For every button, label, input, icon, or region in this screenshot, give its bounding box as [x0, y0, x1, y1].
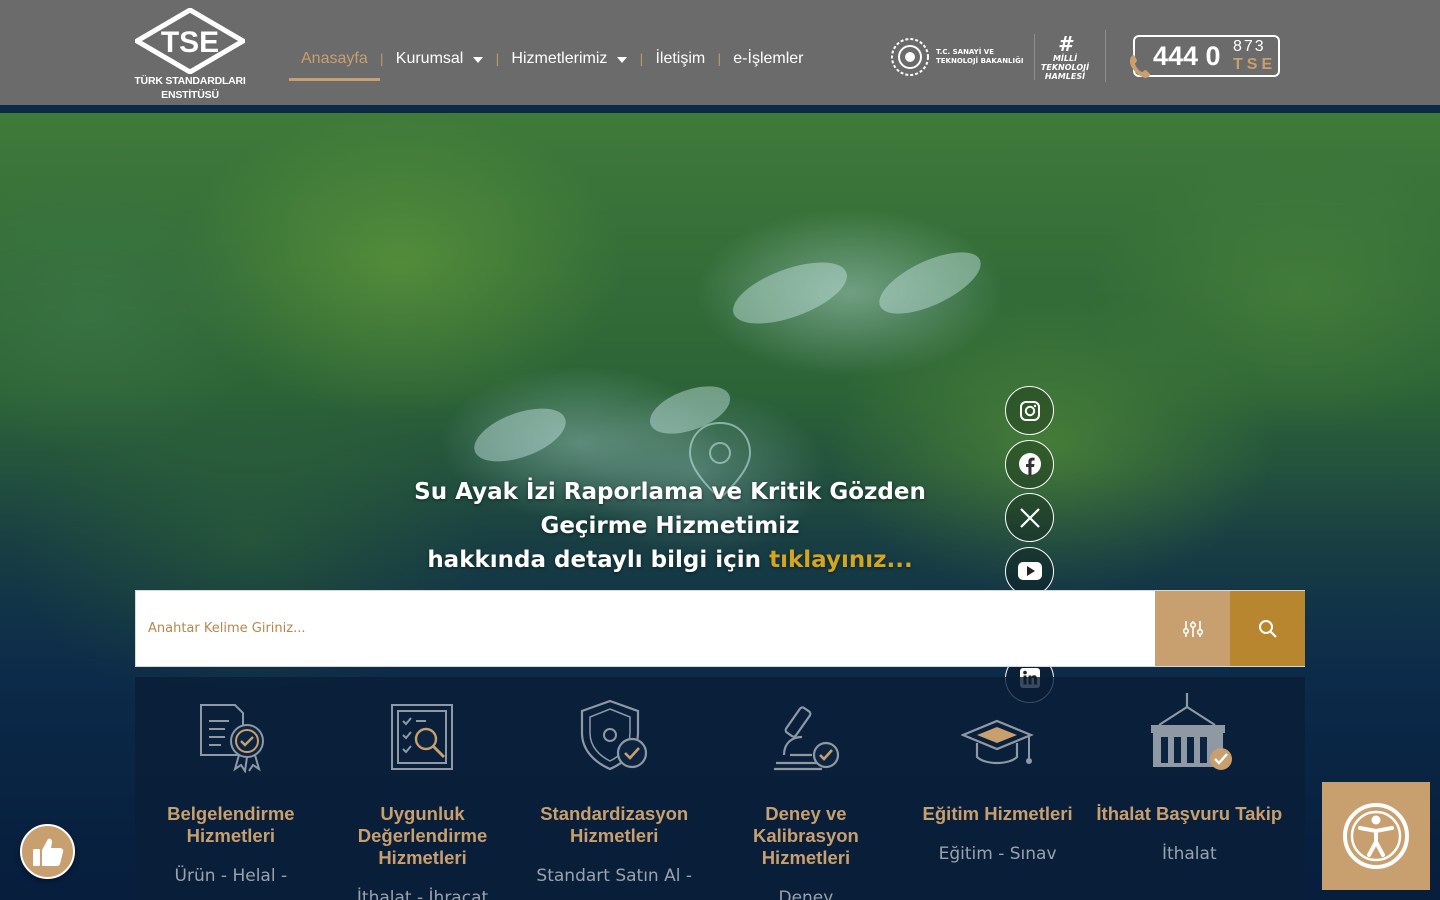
facebook-button[interactable] — [1005, 439, 1054, 489]
nav-item-e-islemler[interactable]: e-İşlemler — [721, 37, 815, 81]
nav-label: Anasayfa — [301, 50, 368, 67]
service-deney[interactable]: Deney ve Kalibrasyon Hizmetleri Deney — [710, 677, 902, 900]
nav-label: İletişim — [655, 50, 706, 67]
nav-item-hizmetlerimiz[interactable]: Hizmetlerimiz — [499, 37, 639, 81]
service-title: Uygunluk Değerlendirme Hizmetleri — [357, 803, 488, 868]
inspection-icon — [327, 677, 519, 777]
service-title: Standardizasyon Hizmetleri — [540, 803, 689, 846]
accessibility-icon — [1343, 803, 1409, 869]
hero-title-line2: hakkında detaylı bilgi için — [427, 547, 762, 573]
facebook-icon — [1018, 453, 1041, 476]
gear-emblem-icon — [891, 38, 929, 76]
youtube-icon — [1017, 562, 1042, 580]
phone-number-suffix: 873 — [1233, 38, 1266, 55]
microscope-icon — [710, 677, 902, 777]
service-title: İthalat Başvuru Takip — [1096, 803, 1283, 824]
advanced-filter-button[interactable] — [1155, 591, 1230, 666]
service-standardizasyon[interactable]: Standardizasyon Hizmetleri Standart Satı… — [518, 677, 710, 900]
service-ithalat[interactable]: İthalat Başvuru Takip İthalat — [1093, 677, 1285, 900]
service-belgelendirme[interactable]: Belgelendirme Hizmetleri Ürün - Helal - — [135, 677, 327, 900]
tse-logo-icon: TSE — [135, 8, 245, 74]
service-title: Eğitim Hizmetleri — [922, 803, 1073, 824]
milli-line2: TEKNOLOJİ — [1040, 63, 1090, 72]
chevron-down-icon — [473, 57, 484, 63]
svg-text:TSE: TSE — [161, 26, 219, 59]
service-subtitle: İthalat — [1161, 844, 1217, 864]
instagram-button[interactable] — [1005, 386, 1054, 435]
x-button[interactable] — [1005, 493, 1054, 542]
divider — [1034, 34, 1035, 80]
container-icon — [1093, 677, 1285, 777]
milli-line3: HAMLESİ — [1044, 72, 1086, 81]
x-icon — [1019, 507, 1040, 528]
instagram-icon — [1019, 400, 1040, 421]
service-subtitle: Standart Satın Al - — [536, 866, 693, 886]
search-button[interactable] — [1230, 591, 1305, 666]
tse-logo[interactable]: TSE TÜRK STANDARDLARI ENSTİTÜSÜ — [134, 8, 246, 106]
nav-label: Hizmetlerimiz — [511, 50, 608, 67]
hashtag-icon: # — [1058, 32, 1072, 56]
ministry-line2: TEKNOLOJİ BAKANLIĞI — [936, 57, 1024, 65]
main-nav: Anasayfa | Kurumsal | Hizmetlerimiz | İl… — [289, 36, 816, 82]
nav-item-kurumsal[interactable]: Kurumsal — [384, 37, 496, 81]
hero-title-line1: Su Ayak İzi Raporlama ve Kritik Gözden G… — [414, 479, 926, 539]
ministry-logo[interactable]: T.C. SANAYİ VE TEKNOLOJİ BAKANLIĞI — [890, 34, 1035, 80]
logo-text-line1: TÜRK STANDARDLARI — [134, 75, 246, 87]
milli-teknoloji-logo[interactable]: # MİLLİ TEKNOLOJİ HAMLESİ — [1040, 32, 1090, 81]
service-egitim[interactable]: Eğitim Hizmetleri Eğitim - Sınav — [902, 677, 1094, 900]
service-subtitle: İthalat - İhracat — [356, 888, 489, 900]
ministry-text: T.C. SANAYİ VE TEKNOLOJİ BAKANLIĞI — [936, 48, 1028, 66]
search-input[interactable] — [136, 591, 1154, 666]
feedback-button[interactable] — [20, 824, 75, 879]
accessibility-button[interactable] — [1322, 782, 1430, 890]
service-subtitle: Deney — [778, 888, 834, 900]
search-bar — [135, 590, 1305, 667]
logo-text-line2: ENSTİTÜSÜ — [161, 89, 219, 101]
thumbs-up-icon — [32, 838, 63, 866]
nav-item-iletisim[interactable]: İletişim — [643, 37, 717, 81]
youtube-button[interactable] — [1005, 546, 1054, 596]
phone-main-number: 444 0 — [1153, 41, 1221, 71]
nav-label: Kurumsal — [395, 50, 464, 67]
phone-icon — [1129, 55, 1150, 78]
call-center-phone[interactable]: 444 0 873 TSE — [1129, 35, 1280, 78]
certificate-icon — [135, 677, 327, 777]
nav-label: e-İşlemler — [733, 50, 804, 67]
nav-item-anasayfa[interactable]: Anasayfa — [289, 37, 380, 81]
service-subtitle: Eğitim - Sınav — [938, 844, 1057, 864]
shield-check-icon — [518, 677, 710, 777]
divider — [1105, 30, 1106, 82]
services-panel: Belgelendirme Hizmetleri Ürün - Helal - … — [135, 677, 1305, 900]
service-subtitle: Ürün - Helal - — [174, 866, 288, 886]
service-title: Belgelendirme Hizmetleri — [167, 803, 295, 846]
ministry-line1: T.C. SANAYİ VE — [936, 48, 994, 56]
header: TSE TÜRK STANDARDLARI ENSTİTÜSÜ Anasayfa… — [0, 0, 1440, 105]
sliders-icon — [1182, 620, 1203, 637]
service-uygunluk[interactable]: Uygunluk Değerlendirme Hizmetleri İthala… — [327, 677, 519, 900]
graduation-cap-icon — [902, 677, 1094, 777]
search-icon — [1258, 619, 1277, 638]
service-title: Deney ve Kalibrasyon Hizmetleri — [752, 803, 859, 868]
phone-brand: TSE — [1233, 56, 1277, 73]
hero-title-link[interactable]: tıklayınız... — [769, 547, 913, 573]
milli-line1: MİLLİ — [1052, 54, 1078, 63]
chevron-down-icon — [617, 57, 628, 63]
hero-title[interactable]: Su Ayak İzi Raporlama ve Kritik Gözden G… — [360, 475, 980, 577]
